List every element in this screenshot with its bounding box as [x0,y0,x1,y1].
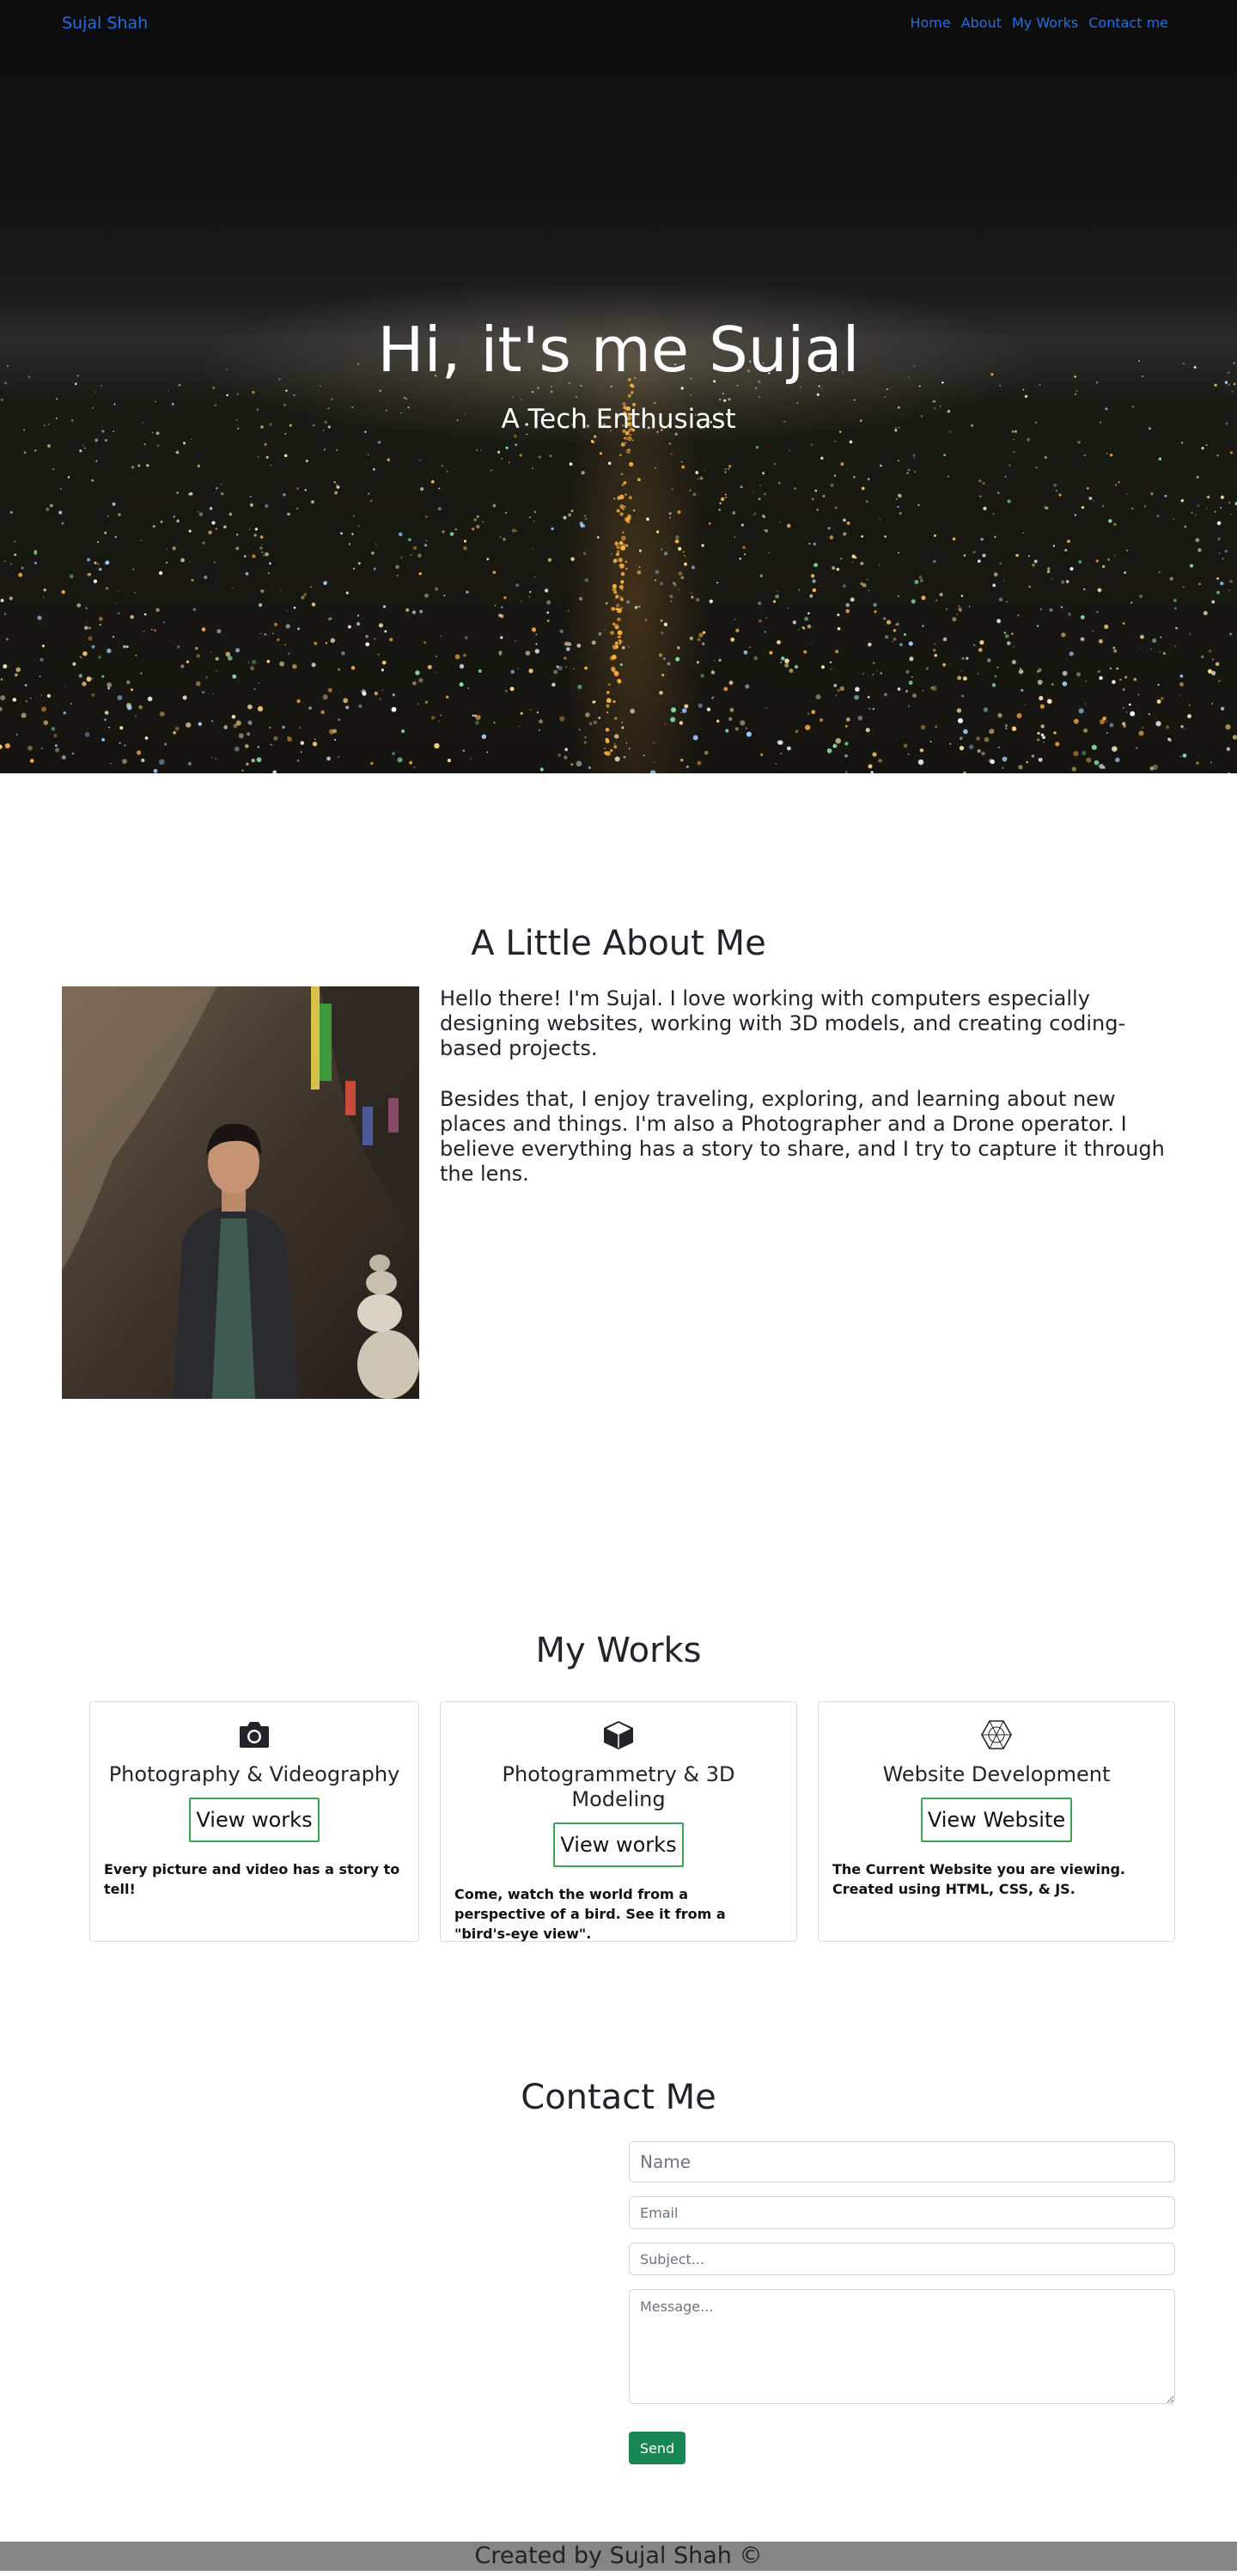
card-title: Photography & Videography [108,1762,400,1786]
about-paragraph: Hello there! I'm Sujal. I love working w… [440,986,1126,1060]
works-title: My Works [535,1631,702,1670]
nav-link-my-works[interactable]: My Works [1012,15,1078,31]
nav-link-about[interactable]: About [961,15,1002,31]
camera-icon [240,1722,269,1748]
brand-link[interactable]: Sujal Shah [62,14,148,33]
card-description: The Current Website you are viewing. Cre… [832,1861,1126,1897]
name-input[interactable] [629,2141,1175,2182]
view-works-button[interactable]: View works [189,1798,320,1842]
card-title: Website Development [882,1762,1111,1786]
about-paragraph: Besides that, I enjoy traveling, explori… [440,1087,1165,1186]
card-title: Photogrammetry & 3D Modeling [502,1762,735,1811]
card-description: Every picture and video has a story to t… [104,1861,400,1897]
subject-input[interactable] [629,2243,1175,2275]
hero-section: Sujal Shah Home About My Works Contact m… [0,0,1237,773]
work-card-web: Website Development View Website The Cur… [818,1701,1175,1942]
web-icon [981,1720,1012,1749]
send-button[interactable]: Send [629,2432,686,2464]
cube-icon [604,1721,633,1749]
work-card-photography: Photography & Videography View works Eve… [89,1701,419,1942]
about-title: A Little About Me [471,924,766,963]
hero-title: Hi, it's me Sujal [377,314,860,386]
view-works-button[interactable]: View works [553,1822,684,1867]
about-text: Hello there! I'm Sujal. I love working w… [440,986,1175,1212]
view-website-button[interactable]: View Website [920,1798,1073,1842]
footer: Created by Sujal Shah © [0,2542,1237,2571]
message-textarea[interactable] [629,2289,1175,2404]
footer-text: Created by Sujal Shah © [474,2542,763,2569]
card-description: Come, watch the world from a perspective… [454,1886,726,1942]
nav-links: Home About My Works Contact me [910,15,1168,31]
nav-link-home[interactable]: Home [910,15,950,31]
nav-link-contact[interactable]: Contact me [1088,15,1168,31]
city-lights-image [0,360,1237,773]
email-input[interactable] [629,2196,1175,2229]
contact-title: Contact Me [521,2078,716,2117]
profile-photo [62,986,419,1399]
navbar: Sujal Shah Home About My Works Contact m… [0,0,1237,48]
work-card-photogrammetry: Photogrammetry & 3D Modeling View works … [440,1701,797,1942]
hero-subtitle: A Tech Enthusiast [501,404,736,435]
